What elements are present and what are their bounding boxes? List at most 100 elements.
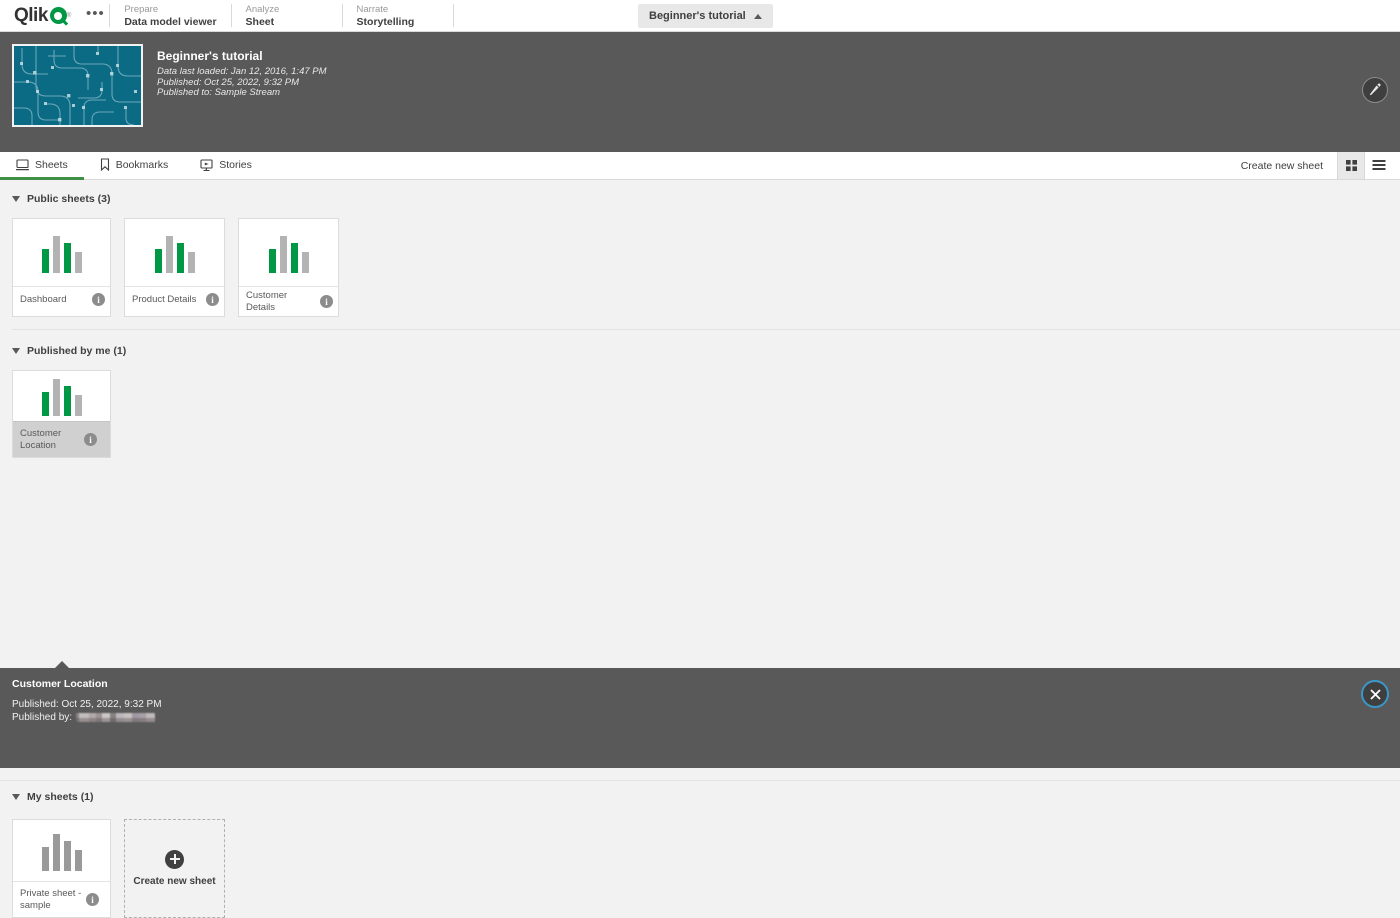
bar-chart-icon [154, 235, 195, 273]
bar-chart-icon [268, 235, 309, 273]
sheet-detail-content: Customer Location Published: Oct 25, 202… [0, 668, 1400, 724]
list-view-icon [1372, 160, 1385, 170]
sheets-tab-bar: Sheets Bookmarks Stories Create new shee… [0, 152, 1400, 180]
sheet-card-footer: Private sheet - sample i [13, 881, 110, 917]
sheet-thumbnail [239, 219, 338, 286]
sheet-card-title: Private sheet - sample [20, 888, 82, 911]
app-header: Beginner's tutorial Data last loaded: Ja… [0, 32, 1400, 152]
sheet-card-footer: Product Details i [125, 286, 224, 312]
tab-stories[interactable]: Stories [184, 152, 268, 180]
grid-view-icon [1345, 160, 1357, 171]
info-icon[interactable]: i [92, 293, 105, 306]
app-meta-data-last-loaded: Data last loaded: Jan 12, 2016, 1:47 PM [157, 66, 327, 77]
info-icon[interactable]: i [84, 433, 97, 446]
detail-published-by-row: Published by: [12, 711, 1400, 724]
section-title-public-sheets: Public sheets (3) [27, 193, 111, 205]
nav-kicker-prepare: Prepare [124, 4, 159, 15]
sheet-card-product-details[interactable]: Product Details i [124, 218, 225, 317]
nav-item-data-model-viewer[interactable]: Prepare Data model viewer [110, 0, 230, 31]
card-grid-public-sheets: Dashboard i Product Details i Customer D… [12, 212, 1400, 317]
card-grid-my-sheets: Private sheet - sample i Create new shee… [12, 810, 1400, 918]
overflow-menu-icon[interactable]: ••• [81, 0, 109, 31]
section-published-by-me: Published by me (1) Customer Location i [0, 330, 1400, 458]
tab-bookmarks[interactable]: Bookmarks [84, 152, 185, 180]
triangle-down-icon [12, 348, 20, 354]
sheet-card-footer-selected: Customer Location i [13, 421, 110, 457]
pencil-icon [1370, 83, 1381, 96]
nav-item-storytelling[interactable]: Narrate Storytelling [343, 0, 453, 31]
triangle-down-icon [12, 794, 20, 800]
create-new-sheet-link[interactable]: Create new sheet [1227, 160, 1337, 172]
app-selector-label: Beginner's tutorial [649, 10, 746, 22]
card-grid-published-by-me: Customer Location i [12, 364, 1400, 458]
section-my-sheets: My sheets (1) Private sheet - sample i C… [0, 784, 1400, 918]
tab-sheets-label: Sheets [35, 158, 68, 171]
sheet-card-private-sheet-sample[interactable]: Private sheet - sample i [12, 819, 111, 918]
sheet-card-title: Customer Location [20, 428, 62, 451]
tab-sheets[interactable]: Sheets [0, 152, 84, 180]
info-icon[interactable]: i [206, 293, 219, 306]
logo-text: Qlik [14, 5, 48, 26]
sheet-card-footer: Dashboard i [13, 286, 110, 312]
bar-chart-icon [41, 235, 82, 273]
nav-label-storytelling: Storytelling [356, 16, 415, 28]
sheet-thumbnail [125, 219, 224, 286]
sheet-card-footer: Customer Details i [239, 286, 338, 316]
detail-published-text: Published: Oct 25, 2022, 9:32 PM [12, 699, 162, 710]
edit-app-button[interactable] [1362, 77, 1388, 103]
sheet-card-title: Dashboard [20, 293, 67, 305]
plus-icon [165, 849, 184, 869]
sheet-icon [16, 158, 29, 170]
triangle-down-icon [12, 196, 20, 202]
sheet-thumbnail [13, 371, 110, 421]
sheet-thumbnail [13, 219, 110, 286]
sheet-card-customer-location[interactable]: Customer Location i [12, 370, 111, 458]
panel-caret-icon [55, 661, 69, 668]
qlik-logo-mark-icon [49, 7, 67, 24]
bookmark-icon [100, 158, 109, 171]
sheet-card-dashboard[interactable]: Dashboard i [12, 218, 111, 317]
top-navigation-bar: Qlik ® ••• Prepare Data model viewer Ana… [0, 0, 1400, 32]
section-divider [0, 780, 1400, 781]
section-header-published-by-me[interactable]: Published by me (1) [12, 338, 1400, 364]
app-circuit-thumbnail-icon[interactable] [12, 44, 143, 127]
detail-published-row: Published: Oct 25, 2022, 9:32 PM [12, 698, 1400, 711]
nav-kicker-narrate: Narrate [356, 4, 389, 15]
app-meta: Beginner's tutorial Data last loaded: Ja… [143, 44, 327, 99]
create-new-sheet-card-label: Create new sheet [133, 875, 216, 887]
sheet-detail-panel: Customer Location Published: Oct 25, 202… [0, 661, 1400, 768]
section-header-my-sheets[interactable]: My sheets (1) [12, 784, 1400, 810]
nav-label-data-model-viewer: Data model viewer [124, 16, 217, 28]
list-view-button[interactable] [1365, 152, 1392, 179]
nav-label-sheet: Sheet [245, 16, 275, 28]
tab-bookmarks-label: Bookmarks [115, 158, 169, 171]
nav-item-sheet[interactable]: Analyze Sheet [232, 0, 342, 31]
section-public-sheets: Public sheets (3) Dashboard i Product De… [0, 180, 1400, 330]
sheet-card-title: Product Details [132, 293, 197, 305]
tab-bar-actions: Create new sheet [1227, 152, 1400, 179]
sheet-card-title: Customer Details [246, 290, 288, 313]
redacted-publisher-name [76, 713, 156, 722]
chevron-up-icon [753, 13, 762, 19]
nav-divider [452, 4, 454, 27]
tab-stories-label: Stories [219, 158, 252, 171]
close-icon [1369, 688, 1381, 700]
app-selector-dropdown[interactable]: Beginner's tutorial [638, 4, 773, 28]
detail-panel-title: Customer Location [12, 678, 108, 690]
sheets-content: Public sheets (3) Dashboard i Product De… [0, 180, 1400, 918]
sheet-card-customer-details[interactable]: Customer Details i [238, 218, 339, 317]
bar-chart-icon [41, 833, 82, 871]
logo-trademark: ® [66, 12, 72, 19]
info-icon[interactable]: i [86, 893, 99, 906]
story-icon [200, 158, 213, 171]
section-header-public-sheets[interactable]: Public sheets (3) [12, 186, 1400, 212]
section-title-my-sheets: My sheets (1) [27, 791, 94, 803]
info-icon[interactable]: i [320, 295, 333, 308]
close-detail-panel-button[interactable] [1361, 680, 1389, 708]
detail-published-by-text: Published by: [12, 712, 73, 723]
grid-view-button[interactable] [1338, 152, 1365, 179]
create-new-sheet-card[interactable]: Create new sheet [124, 819, 225, 918]
nav-kicker-analyze: Analyze [245, 4, 280, 15]
qlik-logo[interactable]: Qlik ® [0, 0, 81, 31]
app-title: Beginner's tutorial [157, 49, 263, 63]
